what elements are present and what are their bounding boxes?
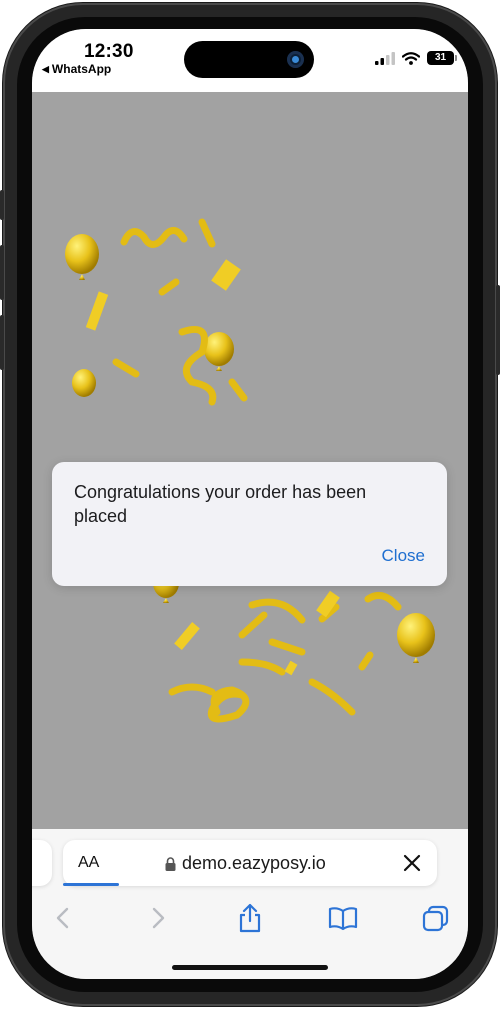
status-bar: 12:30 ◀ WhatsApp 31 (32, 29, 468, 92)
confetti-balloons-illustration (65, 218, 435, 723)
front-camera-icon (287, 51, 304, 68)
back-to-app-link[interactable]: ◀ WhatsApp (42, 62, 111, 76)
browser-bottom-bar: AA demo.eazyposy.io (32, 829, 468, 979)
address-bar[interactable]: AA demo.eazyposy.io (63, 840, 437, 886)
page-load-progress (63, 883, 120, 886)
status-time: 12:30 (84, 41, 134, 62)
previous-tab-peek[interactable] (32, 840, 52, 886)
share-icon[interactable] (233, 901, 267, 935)
back-arrow-icon: ◀ (42, 63, 49, 74)
text-size-button[interactable]: AA (78, 854, 99, 872)
url-text: demo.eazyposy.io (182, 853, 326, 873)
cellular-signal-icon (375, 51, 395, 65)
side-button (496, 285, 500, 375)
alert-close-button[interactable]: Close (382, 546, 425, 566)
system-icons: 31 (375, 51, 457, 65)
wifi-icon (402, 51, 420, 65)
battery-icon: 31 (427, 51, 457, 65)
order-confirmation-alert: Congratulations your order has been plac… (52, 462, 447, 586)
web-content: Congratulations your order has been plac… (32, 92, 468, 829)
dynamic-island (184, 41, 314, 78)
home-indicator[interactable] (172, 965, 328, 970)
volume-up-button (0, 245, 4, 300)
url-display[interactable]: demo.eazyposy.io (165, 853, 326, 874)
forward-icon[interactable] (140, 901, 174, 935)
phone-screen: 12:30 ◀ WhatsApp 31 Congratulations your… (32, 29, 468, 979)
tabs-icon[interactable] (419, 901, 453, 935)
back-icon[interactable] (47, 901, 81, 935)
back-app-label: WhatsApp (51, 62, 112, 76)
alert-message: Congratulations your order has been plac… (74, 482, 367, 526)
text-size-label: AA (78, 854, 100, 871)
volume-down-button (0, 315, 4, 370)
lock-icon (165, 856, 176, 871)
action-button (0, 190, 4, 220)
stop-loading-icon[interactable] (401, 852, 423, 874)
bookmarks-icon[interactable] (326, 901, 360, 935)
browser-toolbar (32, 897, 468, 939)
